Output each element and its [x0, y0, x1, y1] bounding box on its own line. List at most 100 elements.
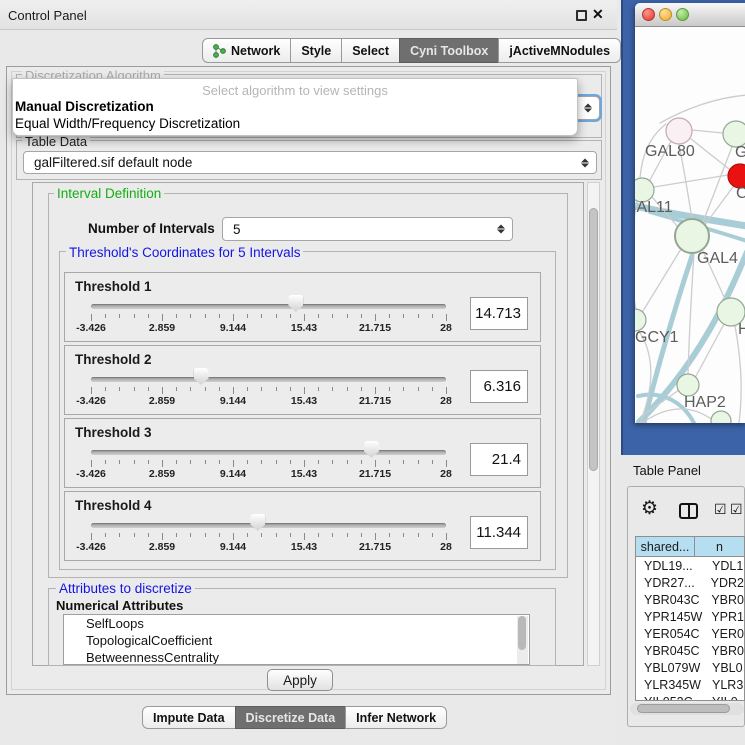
slider-tick [190, 387, 191, 391]
tab-impute-data[interactable]: Impute Data [142, 706, 236, 729]
tab-impute-data-label: Impute Data [153, 711, 225, 725]
slider-tick [432, 387, 433, 391]
slider-thumb[interactable] [194, 368, 209, 385]
control-panel-title: Control Panel [8, 8, 87, 23]
tab-select[interactable]: Select [341, 38, 400, 63]
table-row[interactable]: YBR045CYBR0 [636, 642, 744, 659]
network-node-clipped[interactable] [711, 411, 731, 423]
table-row[interactable]: YIL052CYIL0 [636, 693, 744, 701]
cell-name: YER0 [708, 627, 744, 641]
network-node-hap2[interactable] [677, 374, 699, 396]
slider-tick-label: -3.426 [76, 322, 106, 334]
slider-thumb[interactable] [250, 514, 265, 531]
table-row[interactable]: YDR27...YDR2 [636, 574, 744, 591]
checkbox-icon[interactable]: ☑ [714, 501, 727, 518]
number-of-intervals-value: 5 [233, 222, 241, 237]
gear-icon[interactable]: ⚙ [641, 499, 658, 518]
network-graph[interactable]: GAL80G.CGAL11GAL4GCY1HHAP2 [635, 27, 745, 423]
network-edge [692, 130, 723, 133]
table-data-group: galFiltered.sif default node [16, 140, 602, 180]
slider-tick [347, 314, 348, 318]
numerical-attributes-list[interactable]: SelfLoopsTopologicalCoefficientBetweenne… [63, 614, 530, 665]
table-row[interactable]: YBR043CYBR0 [636, 591, 744, 608]
attributes-group-title: Attributes to discretize [56, 581, 195, 596]
tab-style[interactable]: Style [290, 38, 342, 63]
slider-track[interactable] [91, 523, 446, 528]
zoom-traffic-light-icon[interactable] [676, 8, 689, 21]
network-canvas[interactable]: GAL80G.CGAL11GAL4GCY1HHAP2 [635, 27, 745, 423]
table-row[interactable]: YBL079WYBL0 [636, 659, 744, 676]
slider-tick [176, 314, 177, 318]
attribute-list-item[interactable]: TopologicalCoefficient [64, 632, 529, 649]
tab-cyni-toolbox[interactable]: Cyni Toolbox [399, 38, 499, 63]
tab-network[interactable]: Network [202, 38, 291, 63]
checkbox-icon[interactable]: ☑ [730, 501, 743, 518]
cell-shared-name: YER054C [636, 627, 708, 641]
algorithm-option-manual[interactable]: Manual Discretization [13, 98, 577, 115]
cell-name: YPR1 [708, 610, 744, 624]
threshold-value-field[interactable]: 14.713 [470, 297, 528, 330]
table-body: YDL19...YDL1YDR27...YDR2YBR043CYBR0YPR14… [636, 557, 744, 701]
slider-tick [403, 387, 404, 391]
threshold-value-field[interactable]: 21.4 [470, 443, 528, 476]
slider-tick [304, 387, 305, 394]
slider-tick-label: 9.144 [220, 395, 246, 407]
table-data-combo[interactable]: galFiltered.sif default node [23, 151, 597, 174]
tab-jactivemnodules[interactable]: jActiveMNodules [498, 38, 621, 63]
tab-discretize-data-label: Discretize Data [246, 711, 336, 725]
table-row[interactable]: YPR145WYPR1 [636, 608, 744, 625]
number-of-intervals-combo[interactable]: 5 [222, 217, 513, 241]
threshold-value-field[interactable]: 6.316 [470, 370, 528, 403]
threshold-value-field[interactable]: 11.344 [470, 516, 528, 549]
node-attribute-table[interactable]: shared... n YDL19...YDL1YDR27...YDR2YBR0… [635, 536, 745, 701]
slider-tick [134, 314, 135, 318]
network-node-gcy1[interactable] [635, 309, 646, 331]
close-icon[interactable]: ✕ [592, 6, 604, 23]
slider-track[interactable] [91, 377, 446, 382]
column-header-name[interactable]: n [695, 537, 744, 556]
table-row[interactable]: YER054CYER0 [636, 625, 744, 642]
column-header-shared-name[interactable]: shared... [636, 537, 695, 556]
slider-track[interactable] [91, 304, 446, 309]
slider-tick-label: 9.144 [220, 468, 246, 480]
slider-track[interactable] [91, 450, 446, 455]
table-row[interactable]: YLR345WYLR3 [636, 676, 744, 693]
list-scrollbar[interactable] [517, 616, 528, 665]
cell-name: YDL1 [709, 559, 743, 573]
table-panel-body: ⚙ ☑ ☑ shared... n YDL19...YDL1YDR27...YD… [627, 486, 745, 727]
table-data-combo-value: galFiltered.sif default node [34, 155, 192, 170]
slider-tick [205, 533, 206, 537]
horizontal-scrollbar-thumb[interactable] [637, 704, 730, 713]
slider-tick [91, 460, 92, 467]
algorithm-option-equal-width[interactable]: Equal Width/Frequency Discretization [13, 115, 577, 132]
split-table-icon[interactable] [679, 503, 698, 519]
attribute-list-item[interactable]: SelfLoops [64, 615, 529, 632]
tab-discretize-data[interactable]: Discretize Data [235, 706, 347, 729]
network-node-gal4[interactable] [675, 219, 709, 253]
float-window-icon[interactable] [576, 10, 587, 21]
table-row[interactable]: YDL19...YDL1 [636, 557, 744, 574]
slider-tick [205, 314, 206, 318]
minimize-traffic-light-icon[interactable] [659, 8, 672, 21]
slider-tick [247, 314, 248, 318]
tab-infer-network[interactable]: Infer Network [345, 706, 447, 729]
vertical-scrollbar-thumb[interactable] [589, 208, 598, 471]
network-edge [691, 139, 729, 169]
apply-button[interactable]: Apply [267, 669, 333, 691]
algorithm-popup-hint: Select algorithm to view settings [13, 83, 577, 98]
network-node-gal80[interactable] [666, 118, 692, 144]
slider-thumb[interactable] [364, 441, 379, 458]
horizontal-scrollbar[interactable] [630, 703, 744, 715]
node-label-gal4: GAL4 [697, 250, 738, 267]
interval-definition-title: Interval Definition [54, 186, 164, 201]
list-scrollbar-thumb[interactable] [518, 616, 526, 650]
slider-tick [261, 314, 262, 318]
slider-thumb[interactable] [288, 295, 303, 312]
close-traffic-light-icon[interactable] [642, 8, 655, 21]
slider-tick [432, 314, 433, 318]
slider-tick [190, 314, 191, 318]
slider-tick [347, 533, 348, 537]
attribute-list-item[interactable]: BetweennessCentrality [64, 649, 529, 665]
slider-tick [247, 387, 248, 391]
vertical-scrollbar[interactable] [587, 182, 600, 666]
